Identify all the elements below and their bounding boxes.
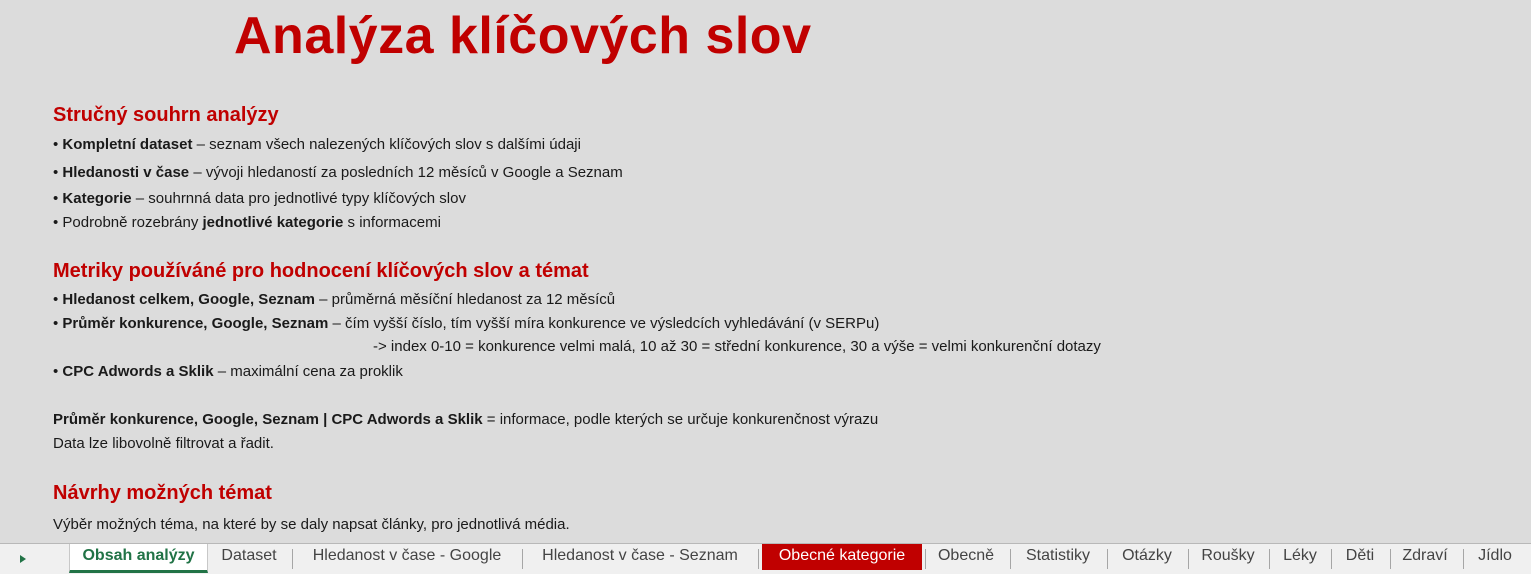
tab-rousky[interactable]: Roušky xyxy=(1195,544,1261,570)
tab-obecne-kategorie[interactable]: Obecné kategorie xyxy=(762,544,922,570)
tab-obecne[interactable]: Obecně xyxy=(930,544,1002,570)
summary-item: • Kategorie – souhrnná data pro jednotli… xyxy=(53,190,466,207)
summary-item: • Podrobně rozebrány jednotlivé kategori… xyxy=(53,214,441,231)
metric-item: • Hledanost celkem, Google, Seznam – prů… xyxy=(53,291,616,308)
tab-deti[interactable]: Děti xyxy=(1337,544,1383,570)
tab-leky[interactable]: Léky xyxy=(1276,544,1324,570)
summary-item: • Hledanosti v čase – vývoji hledaností … xyxy=(53,164,623,181)
tab-separator xyxy=(1010,549,1011,569)
tab-separator xyxy=(758,549,759,569)
tab-hledanost-seznam[interactable]: Hledanost v čase - Seznam xyxy=(529,544,751,570)
page-title: Analýza klíčových slov xyxy=(234,7,812,65)
metrics-heading: Metriky používáné pro hodnocení klíčovýc… xyxy=(53,260,589,282)
tab-dataset[interactable]: Dataset xyxy=(212,544,286,570)
tab-otazky[interactable]: Otázky xyxy=(1114,544,1180,570)
tab-zdravi[interactable]: Zdraví xyxy=(1396,544,1454,570)
metric-item: • Průměr konkurence, Google, Seznam – čí… xyxy=(53,315,880,332)
tab-jidlo[interactable]: Jídlo xyxy=(1469,544,1521,570)
tab-hledanost-google[interactable]: Hledanost v čase - Google xyxy=(299,544,515,570)
index-note: -> index 0-10 = konkurence velmi malá, 1… xyxy=(373,338,1101,355)
worksheet: Analýza klíčových slov Stručný souhrn an… xyxy=(0,0,1531,543)
summary-item: • Kompletní dataset – seznam všech nalez… xyxy=(53,136,581,153)
tab-separator xyxy=(1463,549,1464,569)
tab-separator xyxy=(1331,549,1332,569)
tab-separator xyxy=(1269,549,1270,569)
metric-item: • CPC Adwords a Sklik – maximální cena z… xyxy=(53,363,403,380)
topics-heading: Návrhy možných témat xyxy=(53,482,272,504)
metrics-summary: Průměr konkurence, Google, Seznam | CPC … xyxy=(53,411,879,428)
summary-heading: Stručný souhrn analýzy xyxy=(53,104,279,126)
tab-statistiky[interactable]: Statistiky xyxy=(1017,544,1099,570)
tab-separator xyxy=(1390,549,1391,569)
tab-separator xyxy=(292,549,293,569)
filter-note: Data lze libovolně filtrovat a řadit. xyxy=(53,435,274,452)
scroll-tabs-right-icon[interactable] xyxy=(14,552,32,566)
tab-separator xyxy=(925,549,926,569)
tab-separator xyxy=(1188,549,1189,569)
sheet-tab-bar: Obsah analýzy Dataset Hledanost v čase -… xyxy=(0,543,1531,574)
topics-text: Výběr možných téma, na které by se daly … xyxy=(53,516,570,533)
tab-separator xyxy=(522,549,523,569)
tab-obsah-analyzy[interactable]: Obsah analýzy xyxy=(69,544,208,573)
tab-separator xyxy=(1107,549,1108,569)
